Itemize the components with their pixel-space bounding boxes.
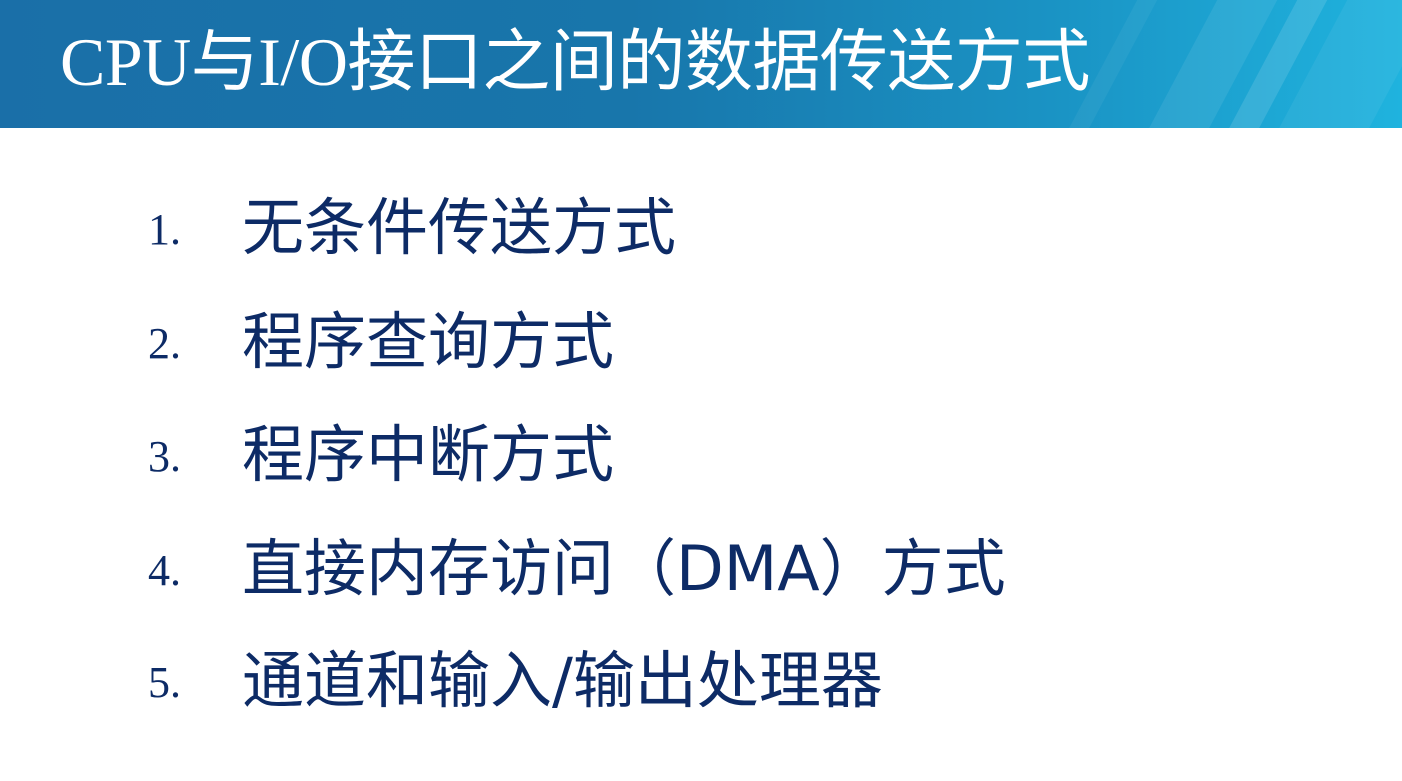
list-item-label: 直接内存访问（DMA）方式 <box>242 532 1006 605</box>
list-item-label: 无条件传送方式 <box>242 191 677 264</box>
list-item-label: 程序查询方式 <box>242 305 615 378</box>
slide-title: CPU与I/O接口之间的数据传送方式 <box>60 24 1090 100</box>
list-item-number: 4. <box>148 546 181 595</box>
list-item-label: 通道和输入/输出处理器 <box>242 644 883 717</box>
title-banner: CPU与I/O接口之间的数据传送方式 <box>0 0 1402 128</box>
list-item-label: 程序中断方式 <box>242 418 615 491</box>
list-item-number: 1. <box>148 205 181 254</box>
list-item-number: 2. <box>148 319 181 368</box>
list-item-number: 3. <box>148 432 181 481</box>
list-item-number: 5. <box>148 658 181 707</box>
